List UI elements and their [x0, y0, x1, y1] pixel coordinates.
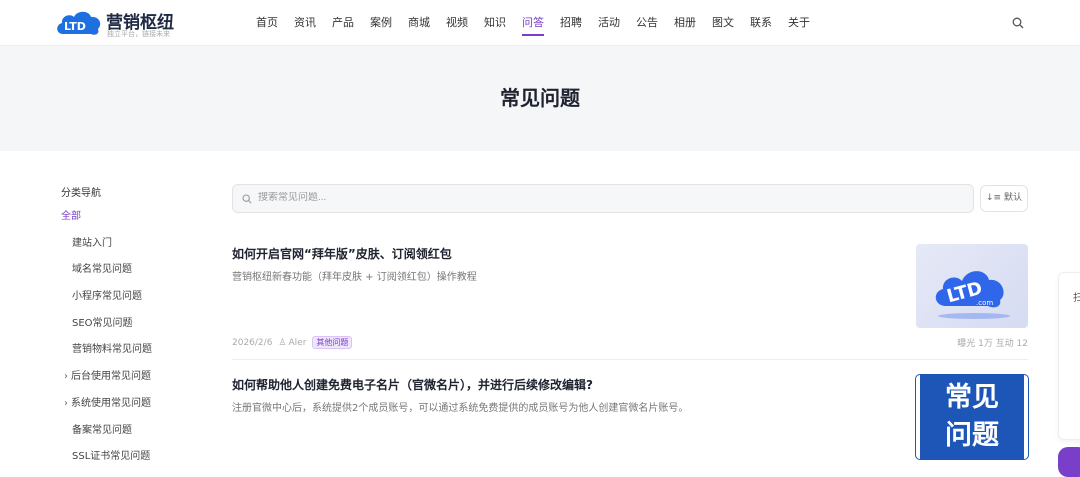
- chevron-right-icon: ›: [64, 371, 68, 383]
- floating-panel-text: 扫: [1073, 293, 1080, 304]
- page-hero: 常见问题: [0, 46, 1080, 151]
- post-title[interactable]: 如何帮助他人创建免费电子名片（官微名片），并进行后续修改编辑?: [232, 376, 1028, 393]
- nav-notices[interactable]: 公告: [628, 0, 666, 46]
- sidebar-item[interactable]: 建站入门: [61, 237, 201, 264]
- sidebar-item-label: 后台使用常见问题: [71, 371, 151, 383]
- nav-cases[interactable]: 案例: [362, 0, 400, 46]
- sort-icon: ↓≡: [986, 193, 1002, 203]
- sidebar-item[interactable]: SEO常见问题: [61, 317, 201, 344]
- post-title[interactable]: 如何开启官网“拜年版”皮肤、订阅领红包: [232, 245, 1028, 262]
- list-item[interactable]: 如何帮助他人创建免费电子名片（官微名片），并进行后续修改编辑? 注册官微中心后，…: [232, 374, 1029, 466]
- floating-action-button[interactable]: [1058, 447, 1080, 477]
- ltd-logo-image: LTD .com: [935, 271, 1010, 319]
- sidebar-item[interactable]: 营销物料常见问题: [61, 343, 201, 370]
- sidebar-item-label: 系统使用常见问题: [71, 397, 151, 409]
- post-thumbnail[interactable]: LTD .com: [916, 244, 1028, 328]
- category-sidebar: 分类导航 全部 建站入门 域名常见问题 小程序常见问题 SEO常见问题 营销物料…: [61, 184, 201, 477]
- chevron-right-icon: ›: [64, 397, 68, 409]
- post-thumbnail[interactable]: 常见 问题: [915, 374, 1029, 460]
- category-tag[interactable]: 其他问题: [312, 336, 353, 349]
- post-desc: 营销枢纽新春功能（拜年皮肤 + 订阅领红包）操作教程: [232, 272, 477, 283]
- floating-panel[interactable]: 扫: [1058, 272, 1080, 440]
- post-meta: 2026/2/6 ♙ Aler 其他问题: [232, 336, 353, 349]
- nav-news[interactable]: 资讯: [286, 0, 324, 46]
- sidebar-item-expandable[interactable]: › 后台使用常见问题: [61, 370, 201, 397]
- thumb-text: 常见: [945, 382, 999, 413]
- sidebar-title: 分类导航: [61, 188, 101, 199]
- nav-events[interactable]: 活动: [590, 0, 628, 46]
- nav-knowledge[interactable]: 知识: [476, 0, 514, 46]
- sort-button[interactable]: ↓≡ 默认: [980, 185, 1028, 212]
- user-icon: ♙: [278, 337, 287, 348]
- nav-jobs[interactable]: 招聘: [552, 0, 590, 46]
- search-icon: [242, 194, 252, 204]
- logo[interactable]: LTD: [55, 8, 103, 38]
- nav-contact[interactable]: 联系: [742, 0, 780, 46]
- nav-articles[interactable]: 图文: [704, 0, 742, 46]
- sidebar-item[interactable]: SSL证书常见问题: [61, 450, 201, 477]
- post-author: Aler: [288, 337, 307, 348]
- sidebar-item-expandable[interactable]: › 系统使用常见问题: [61, 397, 201, 424]
- main-nav: 首页 资讯 产品 案例 商城 视频 知识 问答 招聘 活动 公告 相册 图文 联…: [248, 0, 818, 46]
- post-desc: 注册官微中心后，系统提供2个成员账号，可以通过系统免费提供的成员账号为他人创建官…: [232, 403, 689, 414]
- nav-video[interactable]: 视频: [438, 0, 476, 46]
- search-icon[interactable]: [1012, 17, 1024, 29]
- faq-search: [232, 184, 974, 213]
- thumb-text: 问题: [945, 420, 999, 451]
- divider: [232, 359, 1028, 360]
- post-stats: 曝光 1万 互动 12: [957, 339, 1028, 349]
- nav-album[interactable]: 相册: [666, 0, 704, 46]
- sidebar-item[interactable]: 备案常见问题: [61, 424, 201, 451]
- svg-text:LTD: LTD: [64, 20, 86, 33]
- nav-home[interactable]: 首页: [248, 0, 286, 46]
- sort-label: 默认: [1003, 193, 1022, 203]
- nav-about[interactable]: 关于: [780, 0, 818, 46]
- nav-products[interactable]: 产品: [324, 0, 362, 46]
- site-header: LTD 营销枢纽 独立平台，链接未来 首页 资讯 产品 案例 商城 视频 知识 …: [0, 0, 1080, 46]
- sidebar-item-all[interactable]: 全部: [61, 210, 201, 237]
- list-item[interactable]: 如何开启官网“拜年版”皮肤、订阅领红包 营销枢纽新春功能（拜年皮肤 + 订阅领红…: [232, 244, 1028, 349]
- page-title: 常见问题: [500, 86, 580, 110]
- sidebar-item[interactable]: 小程序常见问题: [61, 290, 201, 317]
- brand-slogan: 独立平台，链接未来: [107, 30, 170, 38]
- nav-mall[interactable]: 商城: [400, 0, 438, 46]
- post-date: 2026/2/6: [232, 337, 273, 348]
- sidebar-item[interactable]: 域名常见问题: [61, 263, 201, 290]
- search-input[interactable]: [258, 192, 858, 203]
- svg-text:.com: .com: [976, 299, 993, 307]
- nav-qa[interactable]: 问答: [514, 0, 552, 46]
